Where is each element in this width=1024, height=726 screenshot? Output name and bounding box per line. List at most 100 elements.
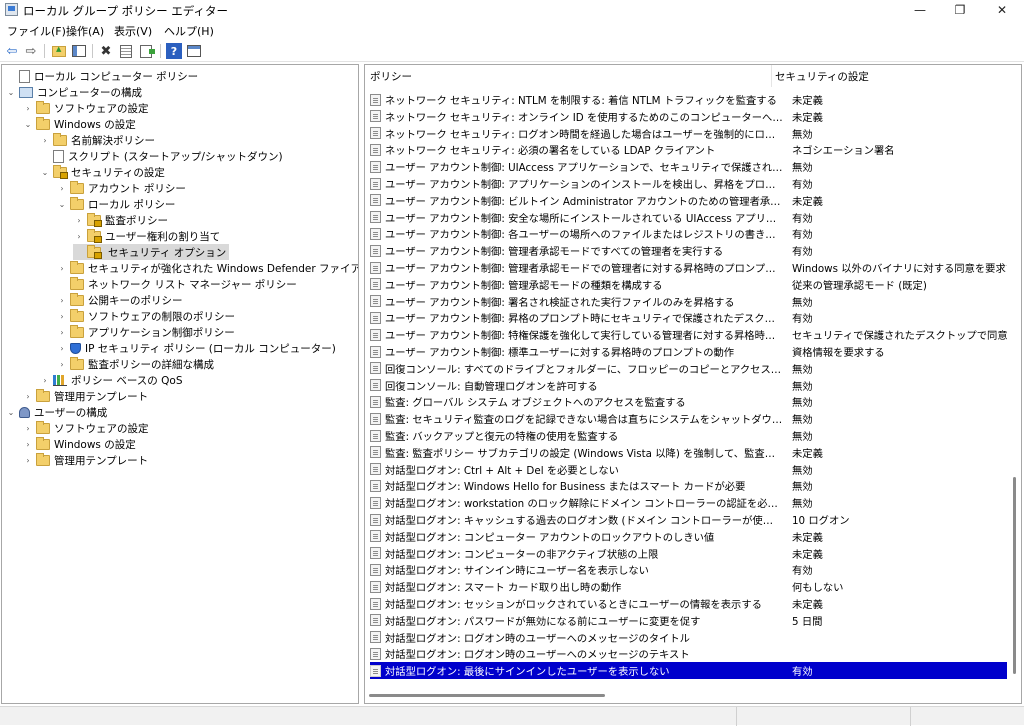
minimize-button[interactable]: — <box>900 0 940 20</box>
policy-list[interactable]: ポリシー ^ セキュリティの設定 ネットワーク セキュリティ: NTLM を制限… <box>364 64 1022 704</box>
policy-row[interactable]: 対話型ログオン: スマート カード取り出し時の動作 何もしない <box>370 578 1007 595</box>
policy-row[interactable]: ネットワーク セキュリティ: NTLM を制限する: 着信 NTLM トラフィッ… <box>370 91 1007 108</box>
expand-chevron-icon[interactable]: ⌄ <box>5 84 17 100</box>
policy-row[interactable]: 対話型ログオン: 最後にサインインしたユーザーを表示しない 有効 <box>370 662 1007 680</box>
expand-chevron-icon[interactable]: ⌄ <box>5 404 17 420</box>
collapse-chevron-icon[interactable]: › <box>56 260 68 276</box>
tree-node[interactable]: › 公開キーのポリシー <box>56 292 183 308</box>
policy-row[interactable]: 監査: バックアップと復元の特権の使用を監査する 無効 <box>370 427 1007 444</box>
collapse-chevron-icon[interactable]: › <box>39 132 51 148</box>
menu-view[interactable]: 表示(V) <box>114 23 152 39</box>
collapse-chevron-icon[interactable]: › <box>56 292 68 308</box>
policy-row[interactable]: ユーザー アカウント制御: 昇格のプロンプト時にセキュリティで保護されたデスクト… <box>370 309 1007 326</box>
policy-row[interactable]: 対話型ログオン: コンピューターの非アクティブ状態の上限 未定義 <box>370 545 1007 562</box>
policy-row[interactable]: ユーザー アカウント制御: UIAccess アプリケーションで、セキュリティで… <box>370 158 1007 175</box>
close-button[interactable]: ✕ <box>982 0 1022 20</box>
tree-node[interactable]: › 監査ポリシーの詳細な構成 <box>56 356 214 372</box>
back-icon[interactable]: ⇦ <box>4 43 20 59</box>
policy-row[interactable]: 監査: 監査ポリシー サブカテゴリの設定 (Windows Vista 以降) … <box>370 444 1007 461</box>
tree-node[interactable]: › 監査ポリシー <box>73 212 168 228</box>
export-list-icon[interactable] <box>138 43 155 59</box>
policy-row[interactable]: ユーザー アカウント制御: 管理者承認モードでの管理者に対する昇格時のプロンプト… <box>370 259 1007 276</box>
policy-row[interactable]: 対話型ログオン: ログオン時のユーザーへのメッセージのタイトル <box>370 629 1007 646</box>
policy-row[interactable]: ユーザー アカウント制御: 各ユーザーの場所へのファイルまたはレジストリの書き込… <box>370 225 1007 242</box>
policy-row[interactable]: 監査: セキュリティ監査のログを記録できない場合は直ちにシステムをシャットダウン… <box>370 410 1007 427</box>
policy-row[interactable]: 対話型ログオン: コンピューター アカウントのロックアウトのしきい値 未定義 <box>370 528 1007 545</box>
policy-row[interactable]: ユーザー アカウント制御: 安全な場所にインストールされている UIAccess… <box>370 209 1007 226</box>
collapse-chevron-icon[interactable]: › <box>73 228 85 244</box>
tree-node[interactable]: › ソフトウェアの設定 <box>22 100 149 116</box>
policy-row[interactable]: ユーザー アカウント制御: 管理者承認モードですべての管理者を実行する 有効 <box>370 242 1007 259</box>
policy-row[interactable]: 対話型ログオン: workstation のロック解除にドメイン コントローラー… <box>370 494 1007 511</box>
tree-node[interactable]: ローカル コンピューター ポリシー <box>5 68 198 84</box>
policy-row[interactable]: 対話型ログオン: ログオン時のユーザーへのメッセージのテキスト <box>370 645 1007 662</box>
navigation-tree[interactable]: ローカル コンピューター ポリシー ⌄ コンピューターの構成 › ソフトウェアの設定 ⌄ W… <box>1 64 359 704</box>
policy-row[interactable]: 対話型ログオン: サインイン時にユーザー名を表示しない 有効 <box>370 561 1007 578</box>
expand-chevron-icon[interactable]: ⌄ <box>56 196 68 212</box>
properties-icon[interactable] <box>118 43 134 59</box>
collapse-chevron-icon[interactable]: › <box>22 388 34 404</box>
collapse-chevron-icon[interactable]: › <box>56 340 68 356</box>
policy-row[interactable]: ネットワーク セキュリティ: オンライン ID を使用するためのこのコンピュータ… <box>370 108 1007 125</box>
collapse-chevron-icon[interactable]: › <box>22 452 34 468</box>
policy-row[interactable]: 回復コンソール: すべてのドライブとフォルダーに、フロッピーのコピーとアクセスを… <box>370 360 1007 377</box>
tree-node[interactable]: › 名前解決ポリシー <box>39 132 155 148</box>
policy-row[interactable]: 対話型ログオン: セッションがロックされているときにユーザーの情報を表示する 未定… <box>370 595 1007 612</box>
filter-view-icon[interactable] <box>186 43 202 59</box>
policy-row[interactable]: 対話型ログオン: パスワードが無効になる前にユーザーに変更を促す 5 日間 <box>370 612 1007 629</box>
tree-node[interactable]: › アプリケーション制御ポリシー <box>56 324 235 340</box>
policy-row[interactable]: ネットワーク セキュリティ: ログオン時間を経過した場合はユーザーを強制的にログ… <box>370 125 1007 142</box>
collapse-chevron-icon[interactable]: › <box>22 100 34 116</box>
policy-row[interactable]: ユーザー アカウント制御: ビルトイン Administrator アカウントの… <box>370 192 1007 209</box>
policy-row[interactable]: ユーザー アカウント制御: 特権保護を強化して実行している管理者に対する昇格時の… <box>370 326 1007 343</box>
horizontal-scrollbar[interactable] <box>369 694 605 697</box>
column-header-policy[interactable]: ポリシー ^ <box>370 65 770 87</box>
delete-icon[interactable]: ✖ <box>98 43 114 59</box>
expand-chevron-icon[interactable]: ⌄ <box>22 116 34 132</box>
menu-help[interactable]: ヘルプ(H) <box>164 23 214 39</box>
policy-row[interactable]: ユーザー アカウント制御: アプリケーションのインストールを検出し、昇格をプロン… <box>370 175 1007 192</box>
column-header-setting[interactable]: セキュリティの設定 <box>775 65 1015 87</box>
policy-row[interactable]: 監査: グローバル システム オブジェクトへのアクセスを監査する 無効 <box>370 393 1007 410</box>
menu-file[interactable]: ファイル(F) <box>7 23 66 39</box>
show-hide-tree-icon[interactable] <box>71 43 87 59</box>
collapse-chevron-icon[interactable]: › <box>56 180 68 196</box>
tree-node[interactable]: › ポリシー ベースの QoS <box>39 372 183 388</box>
collapse-chevron-icon[interactable]: › <box>56 356 68 372</box>
tree-node[interactable]: ⌄ Windows の設定 <box>22 116 136 132</box>
vertical-scrollbar[interactable] <box>1013 477 1016 674</box>
policy-row[interactable]: ユーザー アカウント制御: 標準ユーザーに対する昇格時のプロンプトの動作 資格情報… <box>370 343 1007 360</box>
tree-node[interactable]: › ソフトウェアの制限のポリシー <box>56 308 235 324</box>
policy-row[interactable]: 対話型ログオン: Ctrl + Alt + Del を必要としない 無効 <box>370 461 1007 478</box>
collapse-chevron-icon[interactable]: › <box>56 324 68 340</box>
up-folder-icon[interactable]: ▲ <box>51 43 67 59</box>
help-icon[interactable]: ? <box>166 43 182 59</box>
menu-action[interactable]: 操作(A) <box>66 23 104 39</box>
tree-node[interactable]: ネットワーク リスト マネージャー ポリシー <box>56 276 297 292</box>
tree-node[interactable]: ⌄ セキュリティの設定 <box>39 164 165 180</box>
tree-node[interactable]: ⌄ コンピューターの構成 <box>5 84 142 100</box>
policy-row[interactable]: ネットワーク セキュリティ: 必須の署名をしている LDAP クライアント ネゴシ… <box>370 141 1007 158</box>
collapse-chevron-icon[interactable]: › <box>39 372 51 388</box>
collapse-chevron-icon[interactable]: › <box>73 212 85 228</box>
tree-node[interactable]: セキュリティ オプション <box>73 244 230 260</box>
tree-node[interactable]: › Windows の設定 <box>22 436 136 452</box>
expand-chevron-icon[interactable]: ⌄ <box>39 164 51 180</box>
tree-node[interactable]: スクリプト (スタートアップ/シャットダウン) <box>39 148 283 164</box>
tree-node[interactable]: › IP セキュリティ ポリシー (ローカル コンピューター) <box>56 340 336 356</box>
collapse-chevron-icon[interactable]: › <box>22 436 34 452</box>
policy-row[interactable]: ユーザー アカウント制御: 署名され検証された実行ファイルのみを昇格する 無効 <box>370 293 1007 310</box>
policy-row[interactable]: 対話型ログオン: キャッシュする過去のログオン数 (ドメイン コントローラーが使… <box>370 511 1007 528</box>
tree-node[interactable]: ⌄ ユーザーの構成 <box>5 404 107 420</box>
policy-row[interactable]: 対話型ログオン: Windows Hello for Business またはス… <box>370 477 1007 494</box>
tree-node[interactable]: › 管理用テンプレート <box>22 388 148 404</box>
collapse-chevron-icon[interactable]: › <box>56 308 68 324</box>
tree-node[interactable]: › 管理用テンプレート <box>22 452 148 468</box>
collapse-chevron-icon[interactable]: › <box>22 420 34 436</box>
forward-icon[interactable]: ⇨ <box>23 43 39 59</box>
tree-node[interactable]: ⌄ ローカル ポリシー <box>56 196 175 212</box>
tree-node[interactable]: › ユーザー権利の割り当て <box>73 228 220 244</box>
policy-row[interactable]: 回復コンソール: 自動管理ログオンを許可する 無効 <box>370 377 1007 394</box>
tree-node[interactable]: › アカウント ポリシー <box>56 180 186 196</box>
tree-node[interactable]: › ソフトウェアの設定 <box>22 420 149 436</box>
